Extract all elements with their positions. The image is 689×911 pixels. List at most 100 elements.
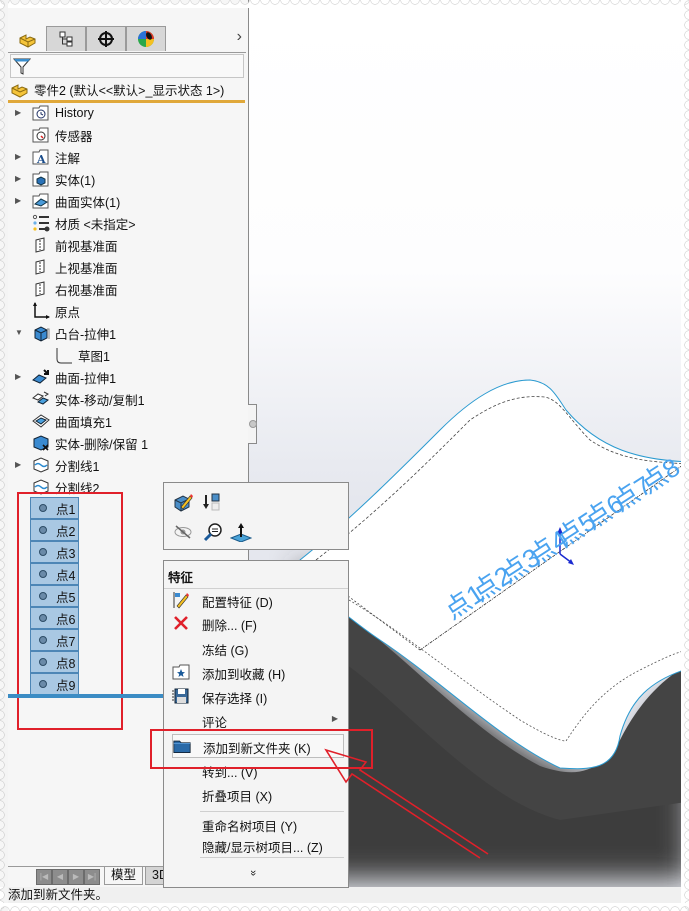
- plane-icon: [32, 236, 50, 254]
- menu-item[interactable]: 保存选择 (I): [164, 685, 348, 707]
- tree-item[interactable]: ▶ A 注解: [15, 146, 81, 168]
- delete-body-icon: [32, 434, 50, 452]
- filter-icon: [13, 58, 31, 75]
- edit-feature-button[interactable]: [172, 491, 194, 513]
- tree-item-label: 实体(1): [55, 173, 96, 188]
- prev-tab-icon[interactable]: ◀: [52, 869, 68, 885]
- expand-arrow-icon[interactable]: ▶: [15, 196, 25, 206]
- move-copy-body-icon: [32, 390, 50, 408]
- tree-item-label: 曲面实体(1): [55, 195, 121, 210]
- expand-arrow-icon[interactable]: ▶: [15, 174, 25, 184]
- zoom-to-selection-button[interactable]: [202, 521, 224, 543]
- sketch-icon: [55, 346, 73, 364]
- tree-item[interactable]: 上视基准面: [32, 256, 118, 278]
- tree-filter-input[interactable]: [10, 54, 244, 78]
- collapse-arrow-icon[interactable]: ▼: [15, 328, 25, 338]
- edit-feature-icon: [174, 494, 193, 512]
- svg-text:A: A: [36, 153, 46, 166]
- boss-extrude-icon: [32, 324, 50, 342]
- tab-property-manager[interactable]: [46, 26, 86, 51]
- hide-button[interactable]: [172, 521, 194, 543]
- annotations-folder-icon: A: [32, 148, 50, 166]
- tree-item-label: 分割线1: [55, 459, 100, 474]
- expand-arrow-icon[interactable]: ▶: [15, 460, 25, 470]
- menu-item-label: 添加到收藏 (H): [202, 668, 286, 682]
- submenu-arrow-icon: ▶: [331, 714, 338, 723]
- menu-item-label: 保存选择 (I): [202, 692, 268, 706]
- menu-item[interactable]: 评论 ▶: [164, 709, 348, 731]
- next-tab-icon[interactable]: ▶: [68, 869, 84, 885]
- tab-model[interactable]: 模型: [104, 867, 144, 885]
- rollback-button[interactable]: [200, 491, 222, 513]
- tree-item[interactable]: 右视基准面: [32, 278, 118, 300]
- menu-item-label: 重命名树项目 (Y): [202, 820, 298, 834]
- tree-item[interactable]: 前视基准面: [32, 234, 118, 256]
- menu-item[interactable]: 添加到收藏 (H): [164, 661, 348, 683]
- first-tab-icon[interactable]: |◀: [36, 869, 52, 885]
- normal-to-icon: [230, 523, 252, 542]
- menu-item[interactable]: 删除... (F): [164, 612, 348, 634]
- tree-item[interactable]: 实体-移动/复制1: [32, 388, 145, 410]
- tree-item-label: 曲面填充1: [55, 415, 112, 430]
- panel-tabs: ›: [8, 26, 246, 53]
- tab-feature-manager[interactable]: [8, 26, 48, 51]
- menu-item-label: 配置特征 (D): [202, 596, 273, 610]
- tree-item[interactable]: ▶ History: [15, 102, 94, 124]
- tree-item-label: 注解: [55, 151, 81, 166]
- origin-icon: [32, 302, 50, 320]
- tree-item[interactable]: 实体-删除/保留 1: [32, 432, 148, 454]
- panel-splitter-handle[interactable]: [248, 404, 257, 444]
- material-icon: [32, 214, 50, 232]
- frame-edge: [0, 0, 8, 911]
- tree-item[interactable]: ▶ 分割线1: [15, 454, 100, 476]
- normal-to-button[interactable]: [230, 521, 252, 543]
- more-tabs-chevron-icon[interactable]: ›: [237, 28, 242, 46]
- tree-item-label: 曲面-拉伸1: [55, 371, 117, 386]
- part-icon: [11, 84, 28, 98]
- annotation-arrow-icon: [324, 748, 489, 859]
- feature-manager-icon: [19, 34, 36, 48]
- appearance-icon: [138, 31, 154, 47]
- configure-feature-icon: [172, 591, 190, 609]
- rollback-icon: [203, 493, 220, 511]
- sensors-folder-icon: [32, 126, 50, 144]
- frame-edge: [0, 0, 689, 8]
- tree-item-label: 原点: [55, 305, 81, 320]
- tree-item[interactable]: ▶ 曲面-拉伸1: [15, 366, 117, 388]
- filled-surface-icon: [32, 412, 50, 430]
- menu-item[interactable]: 配置特征 (D): [164, 589, 348, 611]
- tree-item-label: 右视基准面: [55, 283, 118, 298]
- frame-edge: [0, 903, 689, 911]
- tree-item[interactable]: 传感器: [32, 124, 93, 146]
- context-toolbar: [163, 482, 349, 550]
- expand-menu-chevron-icon[interactable]: »: [247, 870, 259, 876]
- menu-item-label: 折叠项目 (X): [202, 790, 273, 804]
- expand-arrow-icon[interactable]: ▶: [15, 108, 25, 118]
- tab-appearance[interactable]: [126, 26, 166, 51]
- delete-icon: [172, 614, 190, 632]
- tree-item[interactable]: ▶ 曲面实体(1): [15, 190, 121, 212]
- tree-item-label: 前视基准面: [55, 239, 118, 254]
- plane-icon: [32, 280, 50, 298]
- history-folder-icon: [32, 104, 50, 122]
- property-manager-icon: [59, 31, 73, 47]
- tree-item-label: 实体-移动/复制1: [55, 393, 145, 408]
- menu-item[interactable]: 冻结 (G): [164, 637, 348, 659]
- tree-item[interactable]: 材质 <未指定>: [32, 212, 136, 234]
- tree-item[interactable]: 曲面填充1: [32, 410, 112, 432]
- save-selection-icon: [172, 687, 190, 705]
- tree-root-part[interactable]: 零件2 (默认<<默认>_显示状态 1>): [10, 80, 224, 98]
- tab-configuration-manager[interactable]: [86, 26, 126, 51]
- menu-item-label: 冻结 (G): [202, 644, 249, 658]
- tree-item[interactable]: 原点: [32, 300, 80, 322]
- expand-arrow-icon[interactable]: ▶: [15, 372, 25, 382]
- tree-item[interactable]: ▼ 凸台-拉伸1: [15, 322, 116, 344]
- expand-arrow-icon[interactable]: ▶: [15, 152, 25, 162]
- tree-item-label: 材质 <未指定>: [55, 217, 136, 232]
- tree-item[interactable]: ▶ 实体(1): [15, 168, 96, 190]
- zoom-to-selection-icon: [203, 523, 222, 542]
- add-to-favorites-icon: [172, 663, 190, 681]
- tree-item[interactable]: 草图1: [55, 344, 110, 366]
- hide-icon: [174, 525, 192, 539]
- last-tab-icon[interactable]: ▶|: [84, 869, 100, 885]
